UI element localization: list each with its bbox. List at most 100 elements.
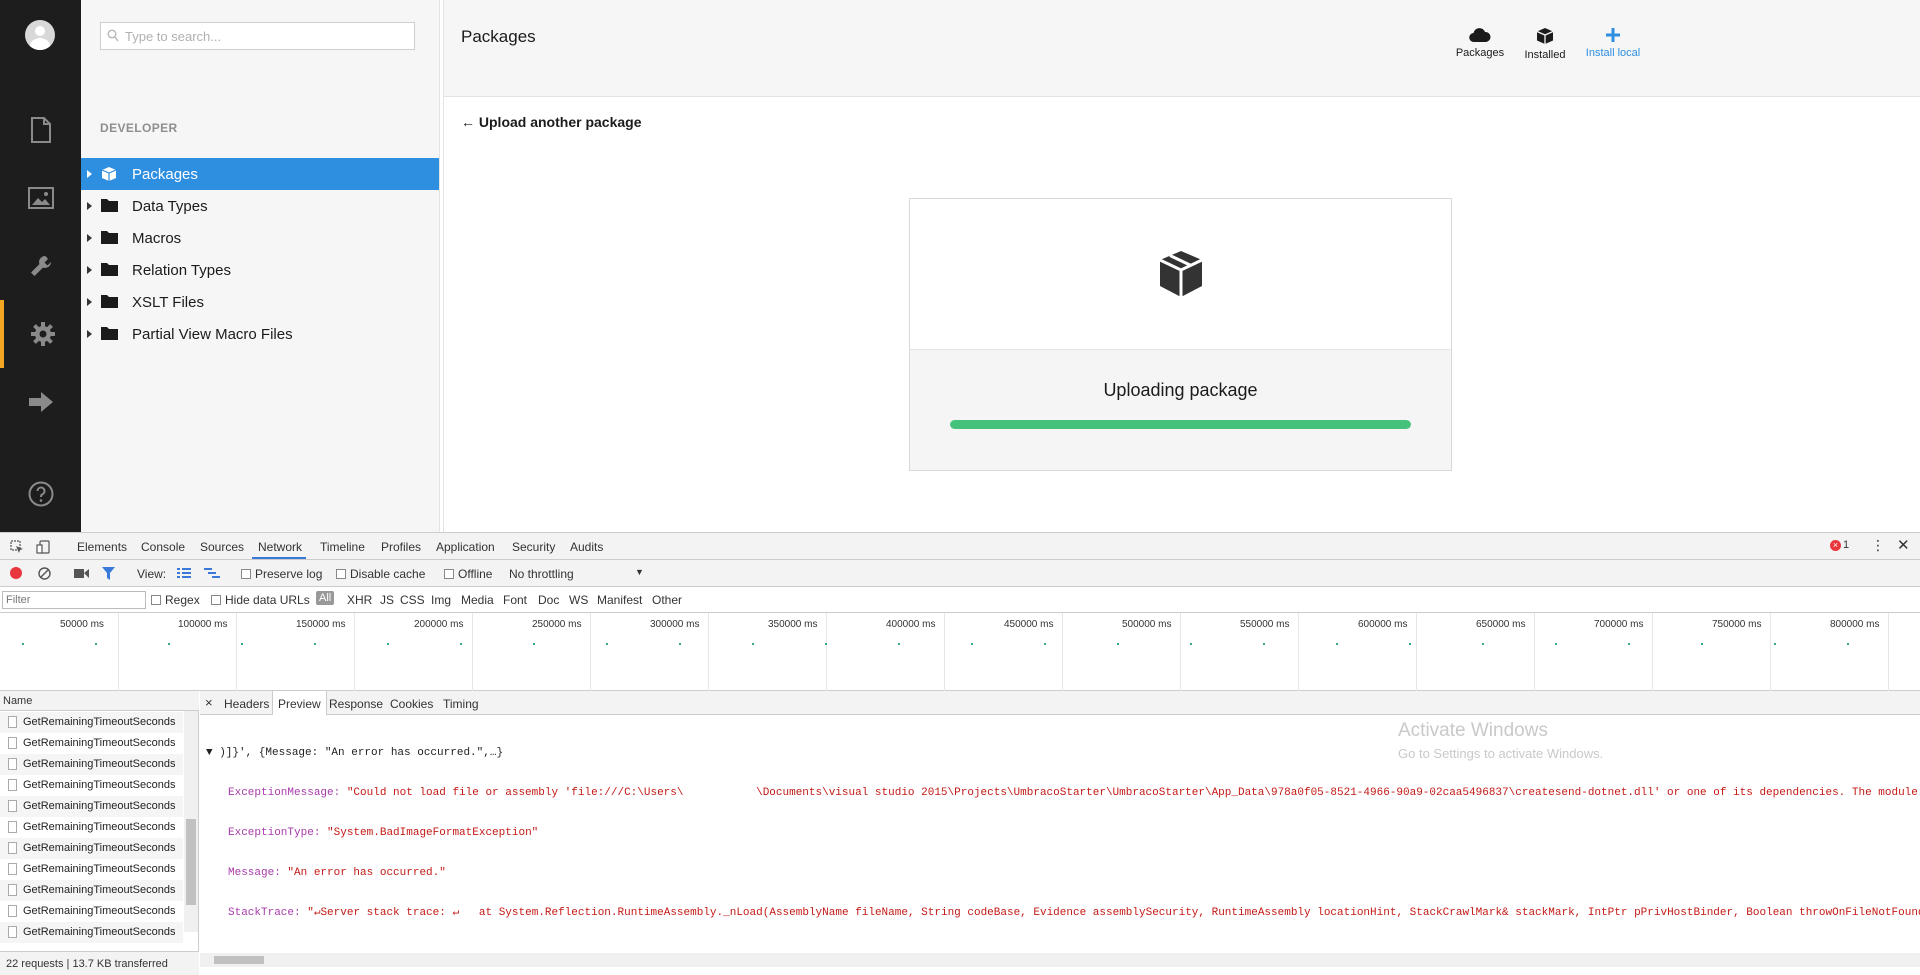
tab-security[interactable]: Security xyxy=(512,540,555,554)
tree-item-data-types[interactable]: Data Types xyxy=(81,190,439,222)
tab-console[interactable]: Console xyxy=(141,540,185,554)
filter-type-manifest[interactable]: Manifest xyxy=(597,593,642,607)
filter-type-ws[interactable]: WS xyxy=(569,593,588,607)
user-avatar[interactable] xyxy=(25,20,55,50)
filter-type-img[interactable]: Img xyxy=(431,593,451,607)
wrench-icon xyxy=(30,256,51,276)
device-toolbar-icon[interactable] xyxy=(36,540,50,554)
request-row[interactable]: GetRemainingTimeoutSeconds xyxy=(0,901,183,922)
tab-audits[interactable]: Audits xyxy=(570,540,603,554)
request-row[interactable]: GetRemainingTimeoutSeconds xyxy=(0,712,183,733)
timeline-request-mark xyxy=(1628,643,1630,645)
tab-preview[interactable]: Preview xyxy=(272,691,327,715)
expand-caret-icon[interactable] xyxy=(87,330,92,338)
tree-item-macros[interactable]: Macros xyxy=(81,222,439,254)
disable-cache-checkbox[interactable]: Disable cache xyxy=(336,567,425,581)
timeline-gridline xyxy=(1298,613,1299,691)
expand-caret-icon[interactable] xyxy=(87,298,92,306)
file-icon xyxy=(8,884,17,896)
request-list-scrollbar[interactable] xyxy=(184,711,198,932)
tab-profiles[interactable]: Profiles xyxy=(381,540,421,554)
help-button[interactable] xyxy=(0,460,81,528)
list-view-icon[interactable] xyxy=(177,567,191,579)
install-local-button-label: Install local xyxy=(1585,47,1641,59)
scrollbar-thumb[interactable] xyxy=(214,956,264,964)
media-section-button[interactable] xyxy=(0,164,81,232)
network-overview-timeline[interactable]: 50000 ms 100000 ms 150000 ms 200000 ms 25000… xyxy=(0,613,1920,691)
tree-search[interactable] xyxy=(100,22,415,50)
filter-icon[interactable] xyxy=(102,567,115,580)
record-icon[interactable] xyxy=(10,567,22,579)
tab-application[interactable]: Application xyxy=(436,540,495,554)
tab-network[interactable]: Network xyxy=(258,540,302,554)
request-row[interactable]: GetRemainingTimeoutSeconds xyxy=(0,796,183,817)
packages-button[interactable]: Packages xyxy=(1448,27,1512,59)
request-row[interactable]: GetRemainingTimeoutSeconds xyxy=(0,838,183,859)
file-icon xyxy=(8,737,17,749)
package-icon xyxy=(101,167,117,181)
filter-input[interactable] xyxy=(2,591,146,609)
filter-type-doc[interactable]: Doc xyxy=(538,593,559,607)
timeline-label: 100000 ms xyxy=(178,619,228,630)
preview-horizontal-scrollbar[interactable] xyxy=(200,953,1920,967)
tab-headers[interactable]: Headers xyxy=(224,697,269,711)
filter-type-media[interactable]: Media xyxy=(461,593,494,607)
filter-type-xhr[interactable]: XHR xyxy=(347,593,372,607)
request-name: GetRemainingTimeoutSeconds xyxy=(23,758,176,770)
timeline-request-mark xyxy=(898,643,900,645)
filter-type-other[interactable]: Other xyxy=(652,593,682,607)
preserve-log-checkbox[interactable]: Preserve log xyxy=(241,567,322,581)
search-input[interactable] xyxy=(125,26,405,46)
throttling-select[interactable]: No throttling ▼ xyxy=(509,567,644,581)
preview-root-line[interactable]: ▼ )]}', {Message: "An error has occurred… xyxy=(206,745,1920,761)
request-row[interactable]: GetRemainingTimeoutSeconds xyxy=(0,775,183,796)
request-row[interactable]: GetRemainingTimeoutSeconds xyxy=(0,922,183,943)
tab-elements[interactable]: Elements xyxy=(77,540,127,554)
gear-icon xyxy=(30,322,55,346)
filter-type-all[interactable]: All xyxy=(316,591,335,605)
upload-another-package-link[interactable]: ← Upload another package xyxy=(461,114,641,130)
filter-type-js[interactable]: JS xyxy=(380,593,394,607)
tree-item-xslt-files[interactable]: XSLT Files xyxy=(81,286,439,318)
expand-caret-icon[interactable] xyxy=(87,170,92,178)
tree-item-relation-types[interactable]: Relation Types xyxy=(81,254,439,286)
settings-section-button[interactable] xyxy=(0,232,81,300)
filter-type-font[interactable]: Font xyxy=(503,593,527,607)
request-row[interactable]: GetRemainingTimeoutSeconds xyxy=(0,817,183,838)
installed-button[interactable]: Installed xyxy=(1513,27,1577,61)
timeline-gridline xyxy=(590,613,591,691)
overview-view-icon[interactable] xyxy=(204,567,220,579)
developer-section-button[interactable] xyxy=(0,300,81,368)
tab-response[interactable]: Response xyxy=(329,697,383,711)
regex-checkbox[interactable]: Regex xyxy=(151,593,200,607)
expand-caret-icon[interactable] xyxy=(87,266,92,274)
users-section-button[interactable] xyxy=(0,368,81,436)
content-section-button[interactable] xyxy=(0,96,81,164)
offline-checkbox[interactable]: Offline xyxy=(444,567,492,581)
capture-screenshots-icon[interactable] xyxy=(74,568,89,579)
devtools-menu-icon[interactable]: ⋮ xyxy=(1871,537,1885,554)
request-row[interactable]: GetRemainingTimeoutSeconds xyxy=(0,880,183,901)
request-row[interactable]: GetRemainingTimeoutSeconds xyxy=(0,859,183,880)
scrollbar-thumb[interactable] xyxy=(186,819,196,905)
expand-caret-icon[interactable] xyxy=(87,234,92,242)
install-local-button[interactable]: Install local xyxy=(1581,27,1645,59)
expand-caret-icon[interactable] xyxy=(87,202,92,210)
close-devtools-icon[interactable]: ✕ xyxy=(1897,536,1910,554)
hide-data-urls-checkbox[interactable]: Hide data URLs xyxy=(211,593,310,607)
filter-type-css[interactable]: CSS xyxy=(400,593,425,607)
tree-item-packages[interactable]: Packages xyxy=(81,158,439,190)
close-detail-icon[interactable]: × xyxy=(205,695,213,710)
tree-item-partial-view-macro-files[interactable]: Partial View Macro Files xyxy=(81,318,439,350)
request-row[interactable]: GetRemainingTimeoutSeconds xyxy=(0,733,183,754)
upload-progress-panel: Uploading package xyxy=(909,198,1452,471)
error-counter[interactable]: × 1 xyxy=(1830,539,1849,551)
inspect-element-icon[interactable] xyxy=(10,540,24,554)
tab-timing[interactable]: Timing xyxy=(443,697,479,711)
tab-sources[interactable]: Sources xyxy=(200,540,244,554)
clear-icon[interactable] xyxy=(38,567,51,580)
tab-timeline[interactable]: Timeline xyxy=(320,540,365,554)
tab-cookies[interactable]: Cookies xyxy=(390,697,433,711)
search-icon xyxy=(107,29,119,42)
request-row[interactable]: GetRemainingTimeoutSeconds xyxy=(0,754,183,775)
